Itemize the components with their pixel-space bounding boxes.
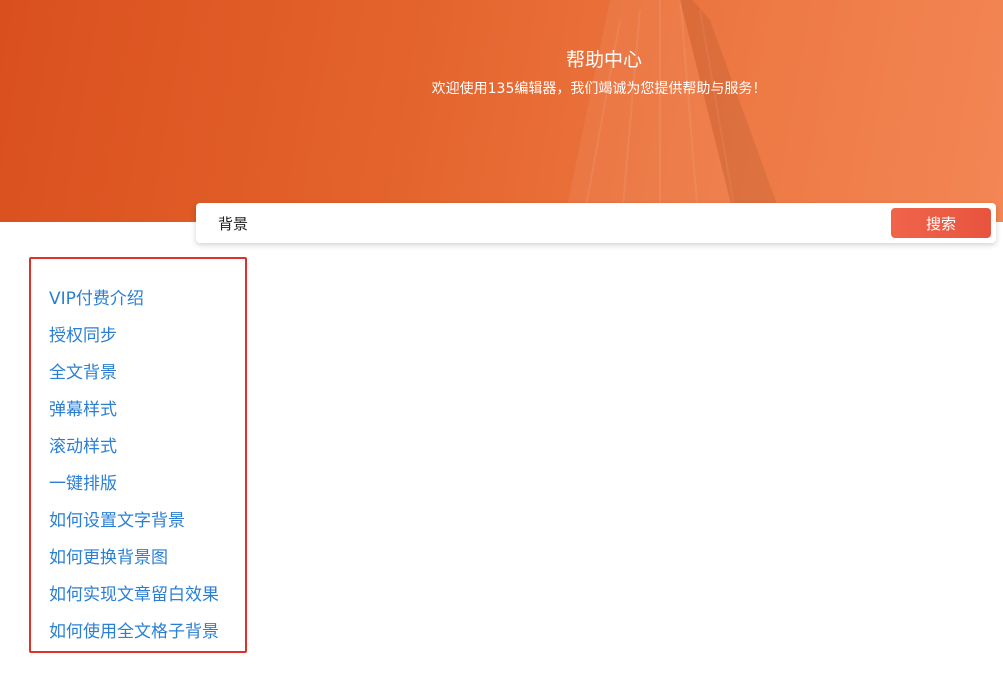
search-result-link[interactable]: 全文背景 xyxy=(49,360,219,397)
search-result-link[interactable]: 授权同步 xyxy=(49,323,219,360)
search-result-link[interactable]: 如何更换背景图 xyxy=(49,545,219,582)
search-button[interactable]: 搜索 xyxy=(891,208,991,238)
page-subtitle: 欢迎使用135编辑器，我们竭诚为您提供帮助与服务！ xyxy=(431,81,767,97)
building-background-image xyxy=(563,0,784,222)
search-result-link[interactable]: VIP付费介绍 xyxy=(49,286,219,323)
search-bar: 搜索 xyxy=(196,203,996,243)
page-title: 帮助中心 xyxy=(565,49,642,71)
search-result-link[interactable]: 一键排版 xyxy=(49,471,219,508)
search-result-link[interactable]: 如何实现文章留白效果 xyxy=(49,582,219,619)
search-input[interactable] xyxy=(196,203,886,243)
hero-banner: 帮助中心 欢迎使用135编辑器，我们竭诚为您提供帮助与服务！ xyxy=(0,0,1003,222)
search-result-link[interactable]: 如何设置文字背景 xyxy=(49,508,219,545)
search-results-list: VIP付费介绍 授权同步 全文背景 弹幕样式 滚动样式 一键排版 如何设置文字背… xyxy=(49,286,219,656)
search-result-link[interactable]: 如何使用全文格子背景 xyxy=(49,619,219,656)
search-result-link[interactable]: 弹幕样式 xyxy=(49,397,219,434)
search-results-panel: VIP付费介绍 授权同步 全文背景 弹幕样式 滚动样式 一键排版 如何设置文字背… xyxy=(29,257,247,653)
search-result-link[interactable]: 滚动样式 xyxy=(49,434,219,471)
